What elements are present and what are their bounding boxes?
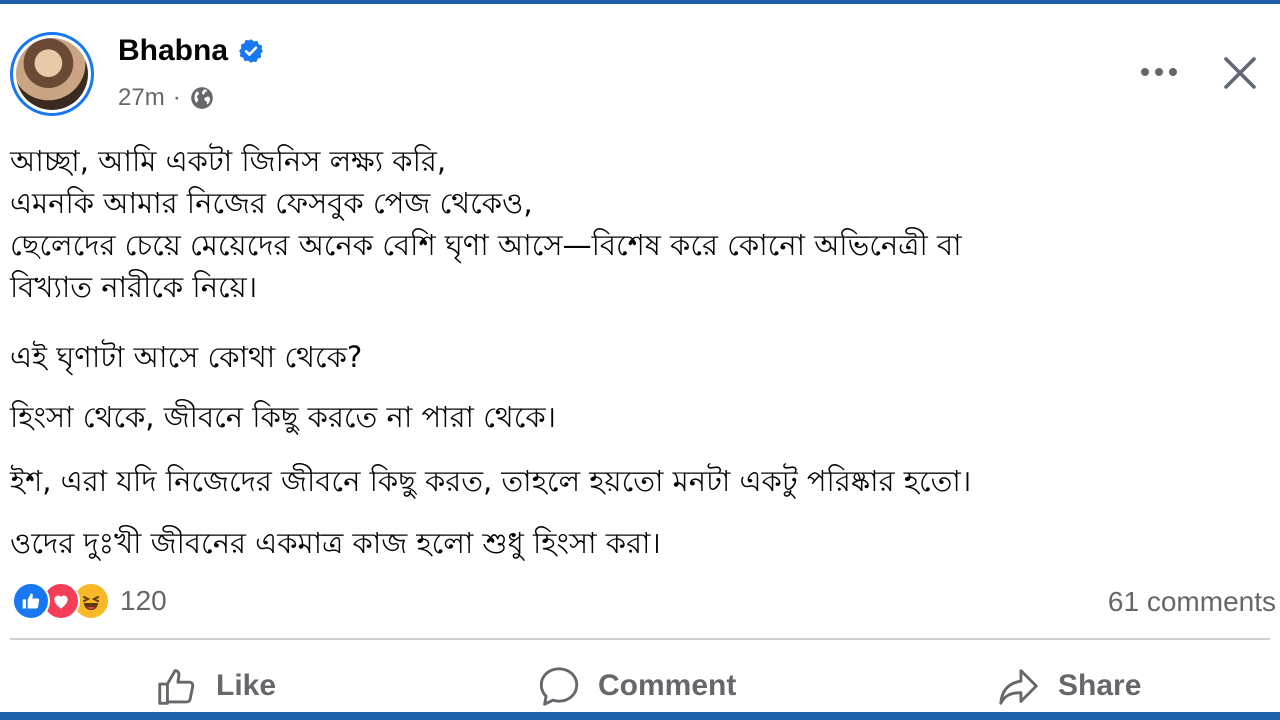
comment-icon [539,667,579,706]
meta-separator: · [172,84,181,111]
comment-button[interactable]: Comment [536,660,736,712]
reactions-summary[interactable]: 120 [12,582,167,620]
verified-badge-icon [239,39,263,63]
bottom-border [0,712,1280,720]
post-paragraph-2: এই ঘৃণাটা আসে কোথা থেকে? [10,340,363,374]
more-options-button[interactable] [1136,52,1182,92]
avatar[interactable] [10,32,94,116]
author-name[interactable]: Bhabna [118,34,228,68]
author-row: Bhabna [118,34,264,68]
post-line: এমনকি আমার নিজের ফেসবুক পেজ থেকেও, [10,186,533,220]
post-paragraph-4: ইশ, এরা যদি নিজেদের জীবনে কিছু করত, তাহল… [10,464,972,498]
avatar-image [16,38,88,110]
globe-icon[interactable] [189,85,215,111]
comment-label: Comment [598,669,737,702]
like-label: Like [216,669,277,702]
post-meta: 27m · [118,84,215,112]
like-reaction-icon [12,582,50,620]
post-paragraph-1: আচ্ছা, আমি একটা জিনিস লক্ষ্য করি, এমনকি … [10,140,1270,308]
close-icon [1224,57,1256,89]
reactions-count: 120 [120,585,167,616]
like-button[interactable]: Like [154,660,276,712]
post-time[interactable]: 27m [118,84,165,112]
share-button[interactable]: Share [996,660,1141,712]
comments-count[interactable]: 61 comments [1108,586,1276,618]
post-line: ছেলেদের চেয়ে মেয়েদের অনেক বেশি ঘৃণা আস… [10,228,962,262]
close-button[interactable] [1216,50,1264,96]
post-line: বিখ্যাত নারীকে নিয়ে। [10,270,258,304]
divider [10,638,1270,640]
more-options-icon [1141,68,1177,76]
share-icon [999,669,1038,705]
post-line: আচ্ছা, আমি একটা জিনিস লক্ষ্য করি, [10,144,447,178]
post-paragraph-5: ওদের দুঃখী জীবনের একমাত্র কাজ হলো শুধু হ… [10,526,661,560]
post-paragraph-3: হিংসা থেকে, জীবনে কিছু করতে না পারা থেকে… [10,400,557,434]
share-label: Share [1058,669,1142,702]
like-icon [158,669,195,705]
top-border [0,0,1280,4]
